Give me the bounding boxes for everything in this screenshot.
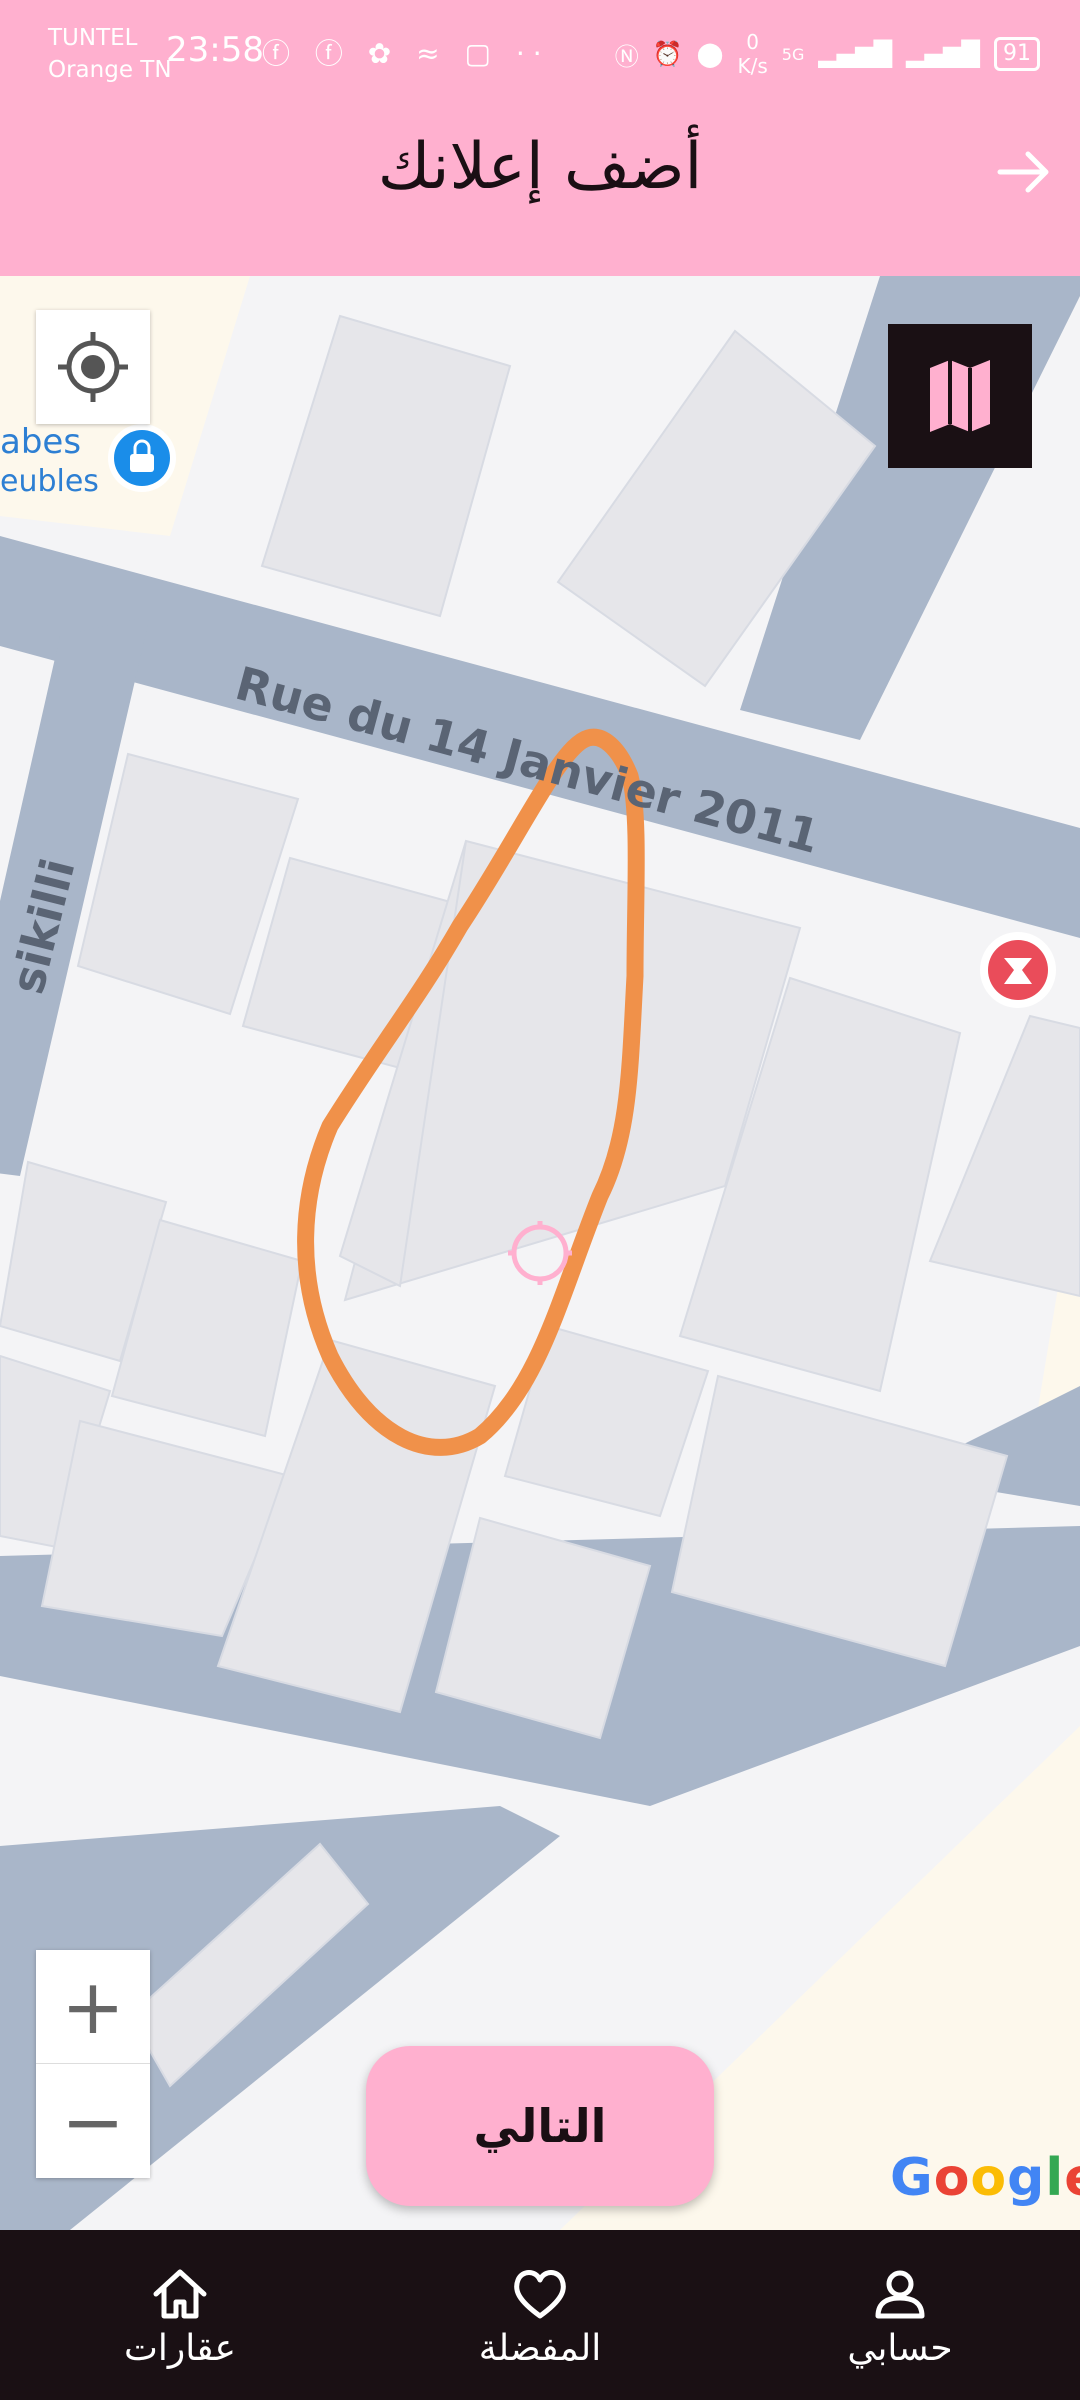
building xyxy=(260,314,512,618)
arrow-right-icon[interactable] xyxy=(992,140,1056,204)
google-logo-letter: o xyxy=(933,2148,971,2208)
zoom-controls: + − xyxy=(36,1950,150,2178)
nfc-icon: Ⓝ xyxy=(614,42,639,71)
carrier-info: TUNTEL Orange TN xyxy=(48,22,172,86)
nav-item-favorites[interactable]: المفضلة xyxy=(360,2230,720,2400)
net-speed-value: 0 xyxy=(746,30,759,54)
zoom-out-button[interactable]: − xyxy=(36,2064,150,2178)
my-location-button[interactable] xyxy=(36,310,150,424)
zoom-in-button[interactable]: + xyxy=(36,1950,150,2064)
location-icon: ⬤ xyxy=(696,40,724,68)
nav-item-account[interactable]: حسابي xyxy=(720,2230,1080,2400)
signal-label: 5G xyxy=(781,44,805,64)
poi-label-line1: abes xyxy=(0,422,82,462)
clock: 23:58 xyxy=(166,30,264,70)
map-type-button[interactable] xyxy=(888,324,1032,468)
nav-label-properties: عقارات xyxy=(124,2327,236,2369)
poi-label[interactable]: abes eubles xyxy=(0,422,99,502)
google-logo: Google xyxy=(890,2148,1080,2208)
google-logo-letter: o xyxy=(970,2148,1008,2208)
my-location-icon xyxy=(58,332,128,402)
signal-icon: ▂▄▆█ xyxy=(818,40,893,68)
alarm-icon: ⏰ xyxy=(652,40,683,68)
nav-label-account: حسابي xyxy=(847,2327,953,2369)
nav-item-properties[interactable]: عقارات xyxy=(0,2230,360,2400)
bottom-nav: عقارات المفضلة حسابي xyxy=(0,2230,1080,2400)
map-canvas[interactable] xyxy=(0,276,1080,2230)
map-icon xyxy=(930,360,990,432)
status-bar: TUNTEL Orange TN 23:58 ⓕ ⓕ ✿ ≈ ▢ ·· Ⓝ ⏰ … xyxy=(0,0,1080,100)
net-speed-unit: K/s xyxy=(737,54,768,78)
notification-icons: ⓕ ⓕ ✿ ≈ ▢ ·· xyxy=(262,37,550,70)
signal-icon-2: ▂▄▆█ xyxy=(906,40,980,68)
net-speed: 0 K/s xyxy=(737,30,767,78)
poi-label-line2: eubles xyxy=(0,464,99,499)
google-logo-letter: l xyxy=(1045,2148,1065,2208)
home-icon xyxy=(153,2269,207,2318)
next-button[interactable]: التالي xyxy=(366,2046,714,2206)
battery-icon: 91 xyxy=(994,37,1040,71)
heart-icon xyxy=(514,2269,566,2318)
google-logo-letter: G xyxy=(890,2148,934,2208)
shopping-poi-icon[interactable] xyxy=(108,424,176,492)
app-header: TUNTEL Orange TN 23:58 ⓕ ⓕ ✿ ≈ ▢ ·· Ⓝ ⏰ … xyxy=(0,0,1080,276)
carrier-line-2: Orange TN xyxy=(48,57,172,83)
google-logo-letter: e xyxy=(1064,2148,1080,2208)
carrier-line-1: TUNTEL xyxy=(48,25,138,51)
pharmacy-poi-icon[interactable] xyxy=(980,932,1056,1008)
status-right: Ⓝ ⏰ ⬤ 0 K/s 5G ▂▄▆█ ▂▄▆█ 91 xyxy=(615,30,1040,78)
nav-label-favorites: المفضلة xyxy=(478,2327,602,2369)
google-logo-letter: g xyxy=(1007,2148,1046,2208)
user-icon xyxy=(875,2270,925,2318)
map-view[interactable]: abes eubles Rue du 14 Janvier 2011 sikil… xyxy=(0,276,1080,2230)
page-title: أضف إعلانك xyxy=(377,130,703,204)
